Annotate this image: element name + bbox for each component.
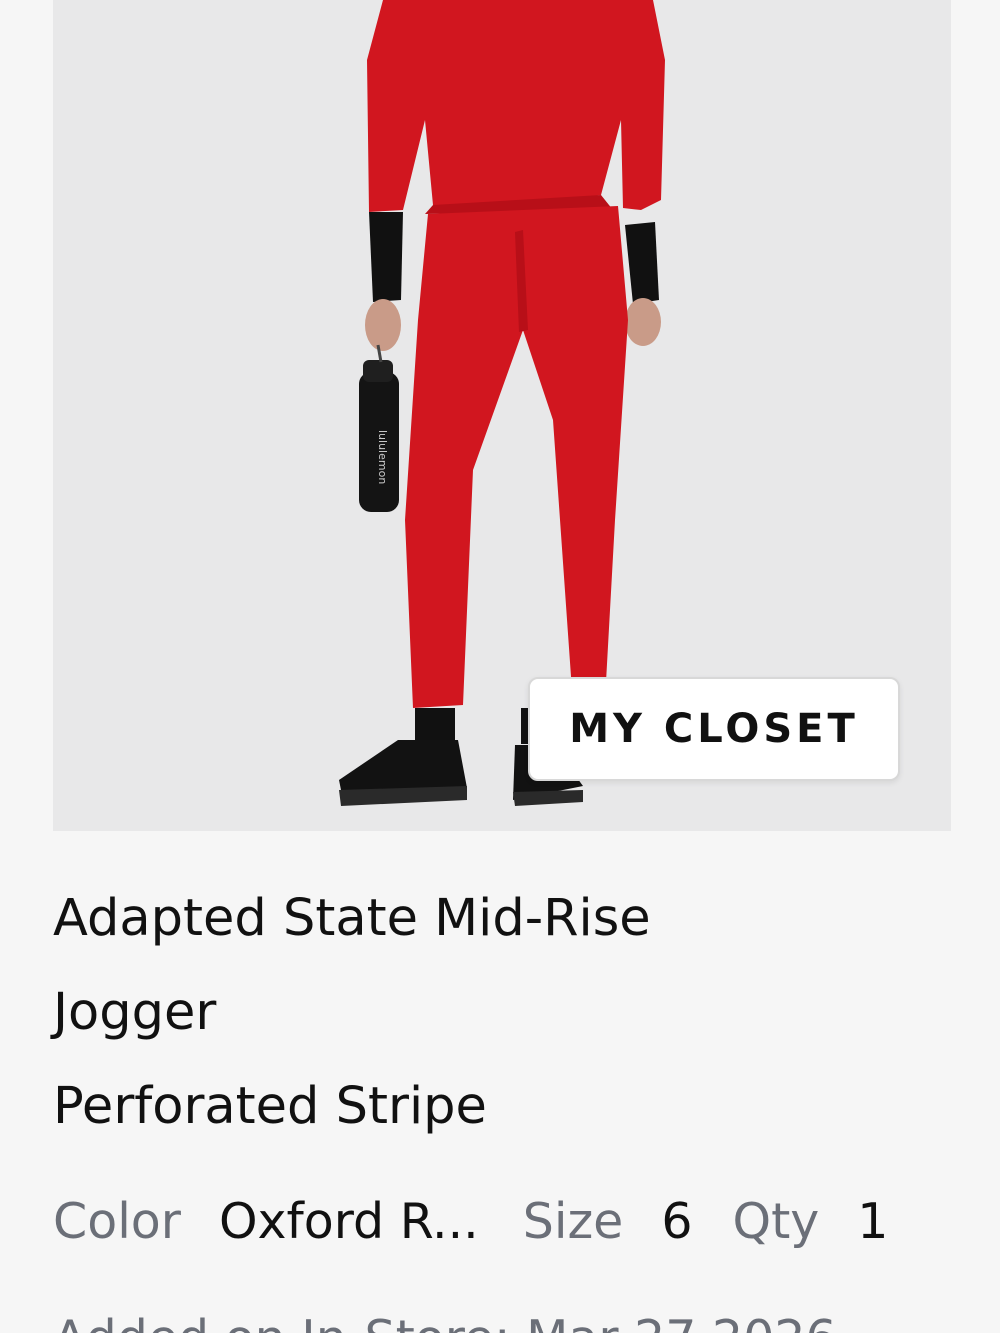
added-date-text: Added on In-Store: Mar 27 2026 — [53, 1310, 837, 1333]
my-closet-button[interactable]: MY CLOSET — [528, 677, 900, 781]
bottle-brand-text: lululemon — [376, 430, 389, 484]
product-title-line-2: Jogger — [53, 983, 217, 1042]
product-card: lululemon MY CLOSET Adapted State Mid-Ri… — [0, 0, 1000, 1333]
product-title-line-1: Adapted State Mid-Rise — [53, 889, 651, 948]
qty-value: 1 — [857, 1192, 889, 1250]
product-variant-name: Perforated Stripe — [53, 1077, 487, 1136]
product-attributes: Color Oxford R... Size 6 Qty 1 — [53, 1186, 888, 1256]
qty-label: Qty — [732, 1192, 820, 1250]
product-title: Adapted State Mid-Rise Jogger Perforated… — [53, 872, 933, 1154]
size-label: Size — [522, 1192, 624, 1250]
color-label: Color — [53, 1192, 181, 1250]
size-value: 6 — [661, 1192, 693, 1250]
color-value: Oxford R... — [218, 1192, 479, 1250]
